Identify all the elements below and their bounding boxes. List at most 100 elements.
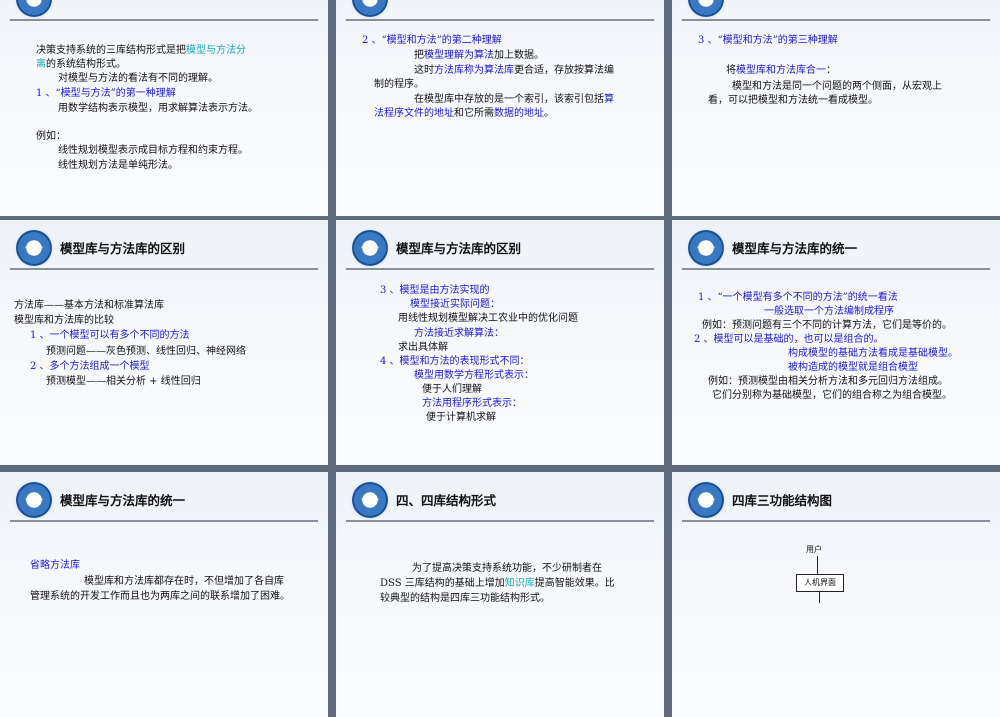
slide-3[interactable]: 3 、“模型和方法”的第三种理解 将模型库和方法库合一： 模型和方法是同一个问题的两… [672,0,1000,216]
slide-header: 模型库与方法库的区别 [0,220,328,278]
text-run: 方法接近求解算法： [414,328,504,339]
school-logo-icon [16,0,52,17]
text-run: 和它所需 [454,108,494,119]
text-line: DSS 三库结构的基础上增加知识库提高智能效果。比 [380,576,615,591]
text-line: 3 、模型是由方法实现的 [380,283,490,298]
text-line: 1 、“模型与方法”的第一种理解 [36,86,176,101]
title-divider [682,520,990,522]
text-run: 1 、一个模型可以有多个不同的方法 [30,330,190,341]
text-line: 省略方法库 [30,558,80,573]
text-line: 例如：预测模型由相关分析方法和多元回归方法组成。 [708,374,948,389]
text-line: 模型库和方法库的比较 [14,313,114,328]
school-logo-icon [352,230,388,266]
slide-header [336,0,664,29]
slide-title: 模型库与方法库的统一 [732,241,858,256]
interface-connector [819,591,820,603]
text-run: 它们分别称为基础模型，它们的组合称之为组合模型。 [712,390,952,401]
text-line: 它们分别称为基础模型，它们的组合称之为组合模型。 [712,388,952,403]
text-line: 1 、一个模型可以有多个不同的方法 [30,328,190,343]
text-line: 将模型库和方法库合一： [726,63,836,78]
text-run: 例如：预测问题有三个不同的计算方法，它们是等价的。 [702,320,952,331]
text-run: 方法库称为算法库 [434,65,514,76]
text-run: 求出具体解 [398,342,448,353]
text-run: 法程序文件的地址 [374,108,454,119]
text-run: 线性规划模型表示成目标方程和约束方程。 [58,145,248,156]
school-logo-icon [16,482,52,518]
text-run: 更合适，存放按算法编 [514,65,614,76]
text-line: 模型和方法是同一个问题的两个侧面，从宏观上 [732,79,942,94]
text-run: 的系统结构形式。 [46,59,126,70]
title-divider [682,19,990,21]
text-line: 一般选取一个方法编制成程序 [764,304,894,319]
text-run: 预测模型——相关分析 + 线性回归 [46,376,201,387]
title-divider [346,268,654,270]
text-line: 在模型库中存放的是一个索引，该索引包括算 [414,92,614,107]
slide-4[interactable]: 模型库与方法库的区别 方法库——基本方法和标准算法库 模型库和方法库的比较 1 、一… [0,220,328,465]
text-run: 2 、“模型和方法”的第二种理解 [362,35,502,46]
text-run: 3 、模型是由方法实现的 [380,285,490,296]
text-line: 模型用数学方程形式表示： [414,368,534,383]
text-line: 看，可以把模型和方法统一看成模型。 [708,93,878,108]
text-run: 将 [726,65,736,76]
text-line: 把模型理解为算法加上数据。 [414,48,544,63]
text-line: 预测问题——灰色预测、线性回归、神经网络 [46,344,246,359]
text-line: 为了提高决策支持系统功能，不少研制者在 [412,561,602,576]
text-line: 对模型与方法的看法有不同的理解。 [58,71,218,86]
title-divider [10,520,318,522]
text-run: 构成模型的基础方法看成是基础模型。 [788,348,958,359]
text-line: 构成模型的基础方法看成是基础模型。 [788,346,958,361]
slide-1[interactable]: 决策支持系统的三库结构形式是把模型与方法分离的系统结构形式。对模型与方法的看法有… [0,0,328,216]
school-logo-icon [688,230,724,266]
slide-6[interactable]: 模型库与方法库的统一 1 、“一个模型有多个不同的方法”的统一看法 一般选取一个方… [672,220,1000,465]
text-line: 便于人们理解 [422,382,482,397]
text-line: 预测模型——相关分析 + 线性回归 [46,374,201,389]
text-run: 离 [36,59,46,70]
slide-2[interactable]: 2 、“模型和方法”的第二种理解 把模型理解为算法加上数据。 这时方法库称为算法库更… [336,0,664,216]
text-run: ： [826,65,836,76]
title-divider [10,268,318,270]
text-run: 决策支持系统的三库结构形式是把 [36,45,186,56]
slide-header [0,0,328,29]
school-logo-icon [688,0,724,17]
text-run: 例如：预测模型由相关分析方法和多元回归方法组成。 [708,376,948,387]
text-line: 管理系统的开发工作而且也为两库之间的联系增加了困难。 [30,589,290,604]
text-line: 模型库和方法库都存在时，不但增加了各自库 [84,574,284,589]
text-line: 用数学结构表示模型，用求解算法表示方法。 [58,101,258,116]
text-line: 便于计算机求解 [426,410,496,425]
school-logo-icon [352,482,388,518]
text-line: 2 、“模型和方法”的第二种理解 [362,33,502,48]
text-run: 3 、“模型和方法”的第三种理解 [698,35,838,46]
school-logo-icon [16,230,52,266]
text-line: 2 、模型可以是基础的，也可以是组合的。 [694,332,884,347]
text-run: 模型库和方法库合一 [736,65,826,76]
text-run: 2 、模型可以是基础的，也可以是组合的。 [694,334,884,345]
text-run: 线性规划方法是单纯形法。 [58,160,178,171]
slide-header: 模型库与方法库的统一 [0,472,328,530]
school-logo-icon [688,482,724,518]
text-run: 。 [544,108,554,119]
slide-9[interactable]: 四库三功能结构图 用户 人机界面 [672,472,1000,717]
text-run: 制的程序。 [374,79,424,90]
text-line: 模型接近实际问题： [410,297,500,312]
slide-8[interactable]: 四、四库结构形式 为了提高决策支持系统功能，不少研制者在 DSS 三库结构的基础上… [336,472,664,717]
text-line: 4 、模型和方法的表现形式不同： [380,354,530,369]
text-run: 数据的地址 [494,108,544,119]
text-run: 把 [414,50,424,61]
text-run: 对模型与方法的看法有不同的理解。 [58,73,218,84]
text-run: 2 、多个方法组成一个模型 [30,361,150,372]
text-line: 线性规划模型表示成目标方程和约束方程。 [58,143,248,158]
slide-header: 四、四库结构形式 [336,472,664,530]
text-run: 便于计算机求解 [426,412,496,423]
text-run: 看，可以把模型和方法统一看成模型。 [708,95,878,106]
text-run: 模型与方法分 [186,45,246,56]
text-line: 方法接近求解算法： [414,326,504,341]
text-line: 用线性规划模型解决工农业中的优化问题 [398,311,578,326]
slide-7[interactable]: 模型库与方法库的统一 省略方法库 模型库和方法库都存在时，不但增加了各自库 管理系统… [0,472,328,717]
slide-5[interactable]: 模型库与方法库的区别 3 、模型是由方法实现的 模型接近实际问题： 用线性规划模型解… [336,220,664,465]
text-run: 一般选取一个方法编制成程序 [764,306,894,317]
text-run: DSS 三库结构的基础上增加 [380,578,505,589]
text-line: 例如： [36,129,66,144]
text-run: 被构造成的模型就是组合模型 [788,362,918,373]
text-run: 加上数据。 [494,50,544,61]
school-logo-icon [352,0,388,17]
